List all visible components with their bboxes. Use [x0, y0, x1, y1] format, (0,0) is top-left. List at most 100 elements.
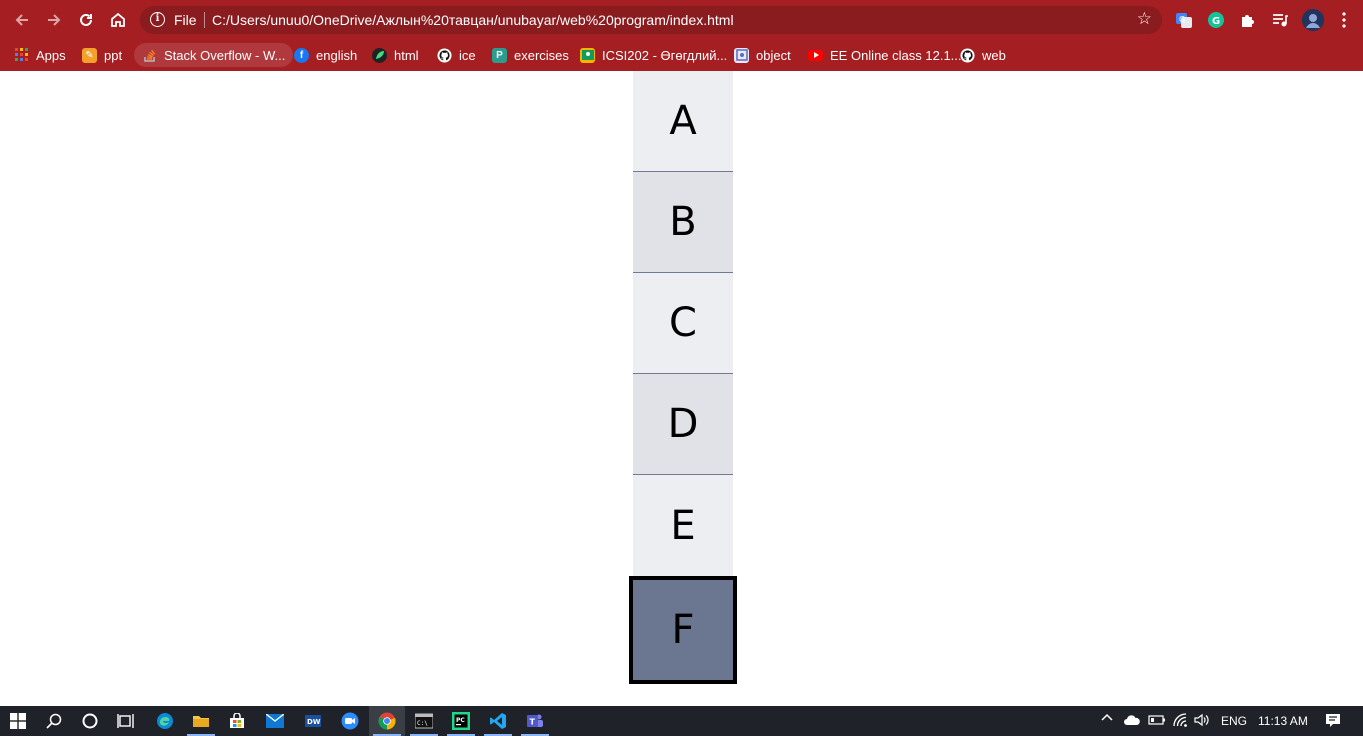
address-bar[interactable]: i File C:/Users/unuu0/OneDrive/Ажлын%20т…: [140, 6, 1162, 34]
teams-icon: T: [527, 714, 543, 727]
notification-icon: [1326, 714, 1340, 727]
bookmark-object[interactable]: object: [726, 43, 799, 67]
url-divider: [204, 12, 205, 28]
taskbar-file-explorer[interactable]: [183, 706, 219, 736]
clock[interactable]: 11:13 AM: [1258, 714, 1308, 728]
info-icon[interactable]: i: [150, 12, 165, 27]
taskbar-teams[interactable]: T: [517, 706, 553, 736]
back-button[interactable]: [10, 8, 34, 32]
bookmark-apps[interactable]: Apps: [6, 43, 74, 67]
object-icon: [734, 47, 749, 63]
chrome-menu-icon[interactable]: [1334, 10, 1354, 30]
taskbar-ecosia[interactable]: DW: [295, 706, 331, 736]
google-translate-icon[interactable]: G: [1174, 10, 1194, 30]
taskbar-zoom[interactable]: [332, 706, 368, 736]
chevron-up-icon: [1101, 713, 1113, 721]
leaf-icon: [372, 47, 387, 63]
url-text[interactable]: C:/Users/unuu0/OneDrive/Ажлын%20тавцан/u…: [212, 12, 734, 28]
windows-logo-icon: [10, 713, 26, 729]
show-hidden-icons-button[interactable]: [1100, 711, 1114, 728]
language-indicator[interactable]: ENG: [1221, 714, 1247, 728]
taskbar-chrome[interactable]: [369, 706, 405, 736]
url-scheme-label: File: [174, 12, 197, 28]
bookmark-html[interactable]: html: [364, 43, 427, 67]
action-center-button[interactable]: [1325, 713, 1341, 732]
app-tile-icon: DW: [305, 715, 321, 727]
chrome-icon: [378, 712, 396, 730]
onedrive-tray[interactable]: [1123, 714, 1141, 729]
reload-icon: [80, 13, 92, 26]
mail-icon: [266, 714, 284, 728]
apps-grid-icon: [14, 48, 29, 63]
bookmark-web[interactable]: web: [952, 43, 1014, 67]
bookmark-english[interactable]: f english: [286, 43, 365, 67]
home-icon: [111, 12, 125, 27]
bookmark-label: html: [394, 47, 419, 63]
taskbar-pycharm[interactable]: PC: [443, 706, 479, 736]
bookmark-ee-online[interactable]: EE Online class 12.1...: [800, 43, 970, 67]
bookmark-exercises[interactable]: P exercises: [484, 43, 577, 67]
bookmarks-bar: Apps ✎ ppt Stack Overflow - W... f engli…: [0, 40, 1363, 71]
cortana-circle-icon: [82, 713, 98, 729]
profile-avatar-icon[interactable]: [1302, 9, 1324, 31]
speaker-icon: [1194, 713, 1209, 727]
svg-text:G: G: [1212, 16, 1220, 27]
taskbar-edge[interactable]: [147, 706, 183, 736]
github-icon: [960, 47, 975, 63]
cloud-icon: [1124, 715, 1140, 725]
arrow-left-icon: [15, 14, 28, 26]
exercises-icon: P: [492, 47, 507, 63]
extensions-puzzle-icon[interactable]: [1238, 10, 1258, 30]
bookmark-label: Stack Overflow - W...: [164, 47, 286, 63]
bookmark-label: web: [982, 47, 1006, 63]
home-button[interactable]: [106, 8, 130, 32]
grammarly-icon[interactable]: G: [1206, 10, 1226, 30]
svg-text:G: G: [1179, 15, 1185, 24]
bookmark-label: object: [756, 47, 791, 63]
zoom-icon: [341, 712, 359, 730]
bookmark-label: ICSI202 - Өгөгдлий...: [602, 47, 728, 63]
folder-icon: [193, 716, 209, 727]
bookmark-label: english: [316, 47, 358, 63]
browser-toolbar: i File C:/Users/unuu0/OneDrive/Ажлын%20т…: [0, 0, 1363, 40]
bookmark-label: EE Online class 12.1...: [830, 47, 962, 63]
cortana-button[interactable]: [72, 706, 108, 736]
task-view-button[interactable]: [108, 706, 144, 736]
bookmark-label: Apps: [36, 47, 66, 63]
classroom-icon: [580, 47, 595, 63]
search-button[interactable]: [36, 706, 72, 736]
taskbar-store[interactable]: [219, 706, 255, 736]
media-control-icon[interactable]: [1270, 10, 1290, 30]
bookmark-label: ppt: [104, 47, 123, 63]
network-tray[interactable]: [1173, 713, 1189, 730]
bookmark-star-icon[interactable]: ☆: [1137, 9, 1152, 29]
bookmark-stackoverflow[interactable]: Stack Overflow - W...: [134, 43, 294, 67]
box-c: C: [633, 273, 733, 374]
bookmark-label: ice: [459, 47, 476, 63]
windows-taskbar: DW C:\ PC T ENG 11:13 AM: [0, 706, 1363, 736]
taskbar-terminal[interactable]: C:\: [406, 706, 442, 736]
terminal-icon: C:\: [415, 713, 433, 729]
battery-tray[interactable]: [1148, 714, 1166, 729]
page-viewport: A B C D E F: [0, 71, 1363, 706]
bookmark-label: exercises: [514, 47, 569, 63]
box-b: B: [633, 172, 733, 273]
task-view-icon: [117, 714, 134, 728]
box-stack: A B C D E: [633, 71, 733, 576]
github-icon: [437, 47, 452, 63]
bookmark-ice[interactable]: ice: [429, 43, 484, 67]
start-button[interactable]: [0, 706, 36, 736]
bookmark-ppt[interactable]: ✎ ppt: [74, 43, 130, 67]
reload-button[interactable]: [74, 8, 98, 32]
taskbar-vscode[interactable]: [480, 706, 516, 736]
volume-tray[interactable]: [1194, 713, 1210, 730]
bookmark-icsi202[interactable]: ICSI202 - Өгөгдлий...: [572, 43, 735, 67]
pycharm-icon: PC: [452, 712, 470, 730]
box-a: A: [633, 71, 733, 172]
arrow-right-icon: [48, 14, 61, 26]
edge-icon: [157, 713, 173, 729]
taskbar-mail[interactable]: [257, 706, 293, 736]
svg-text:T: T: [530, 718, 536, 727]
facebook-icon: f: [294, 47, 309, 63]
forward-button[interactable]: [42, 8, 66, 32]
